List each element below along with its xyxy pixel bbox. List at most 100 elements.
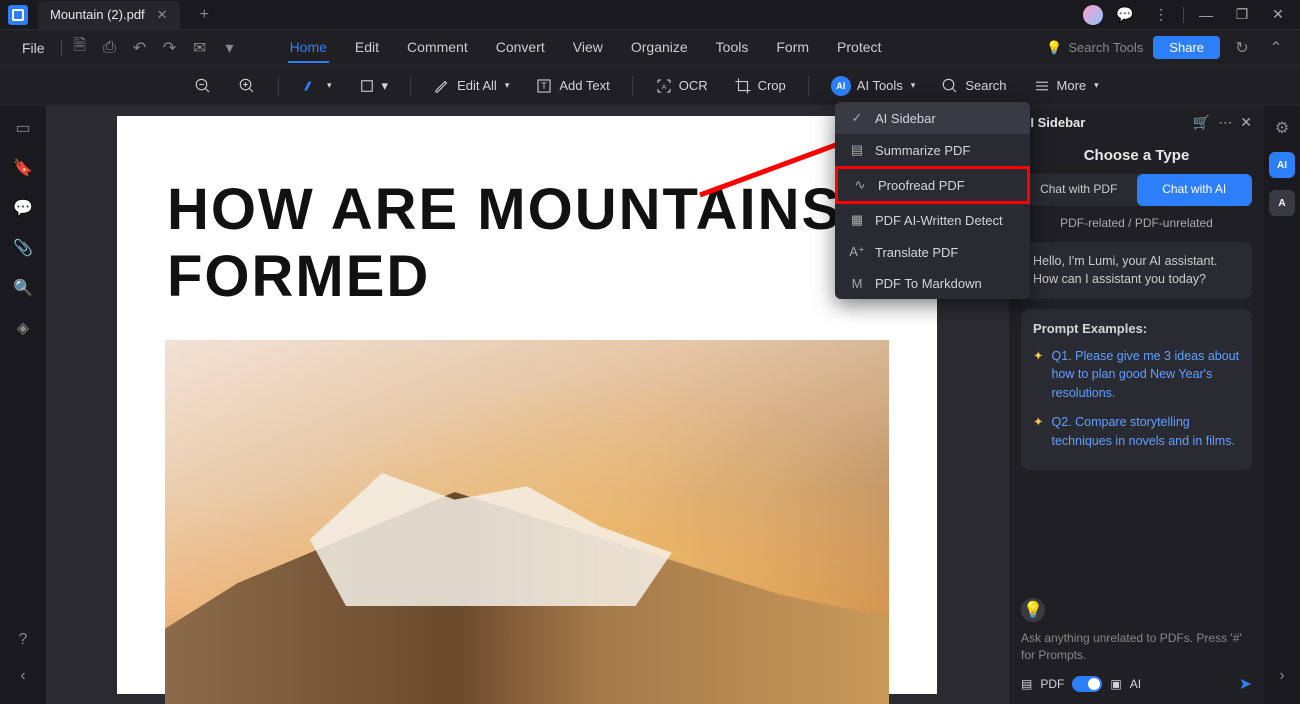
minimize-button[interactable]: — <box>1192 1 1220 29</box>
tab-title: Mountain (2).pdf <box>50 7 145 22</box>
ai-badge-icon: AI <box>831 76 851 96</box>
ai-sidebar-title: AI Sidebar <box>1021 115 1085 130</box>
file-menu[interactable]: File <box>12 36 55 60</box>
zoom-out-button[interactable] <box>186 73 220 99</box>
thumbnails-icon[interactable]: ▭ <box>11 116 35 140</box>
edit-all-button[interactable]: Edit All▾ <box>425 73 517 99</box>
tab-form[interactable]: Form <box>774 33 811 63</box>
send-button[interactable]: ➤ <box>1239 674 1252 694</box>
add-text-button[interactable]: T Add Text <box>527 73 617 99</box>
ai-rail-icon[interactable]: AI <box>1269 152 1295 178</box>
tab-protect[interactable]: Protect <box>835 33 883 63</box>
search-button[interactable]: Search <box>933 73 1014 99</box>
collapse-left-icon[interactable]: ‹ <box>11 664 35 688</box>
bookmark-icon[interactable]: 🔖 <box>11 156 35 180</box>
separator <box>808 76 809 96</box>
ai-sidebar: AI Sidebar 🛒 ⋯ ✕ Choose a Type Chat with… <box>1008 106 1264 704</box>
translate-rail-icon[interactable]: A <box>1269 190 1295 216</box>
detect-icon: ▦ <box>849 212 865 228</box>
add-tab-button[interactable]: + <box>192 6 217 24</box>
attachment-icon[interactable]: 📎 <box>11 236 35 260</box>
main-body: ▭ 🔖 💬 📎 🔍 ◈ ? ‹ HOW ARE MOUNTAINS FORMED… <box>0 106 1300 704</box>
examples-heading: Prompt Examples: <box>1033 319 1240 339</box>
markdown-icon: M <box>849 276 865 291</box>
proofread-icon: ∿ <box>852 177 868 193</box>
collapse-icon[interactable]: ⌃ <box>1264 36 1288 60</box>
prompt-examples: Prompt Examples: ✦ Q1. Please give me 3 … <box>1021 309 1252 470</box>
cart-icon[interactable]: 🛒 <box>1193 114 1210 131</box>
tab-comment[interactable]: Comment <box>405 33 470 63</box>
translate-icon: A⁺ <box>849 244 865 260</box>
choose-type-heading: Choose a Type <box>1009 139 1264 174</box>
search-placeholder: Search Tools <box>1068 40 1143 55</box>
ai-tools-dropdown: ✓ AI Sidebar ▤ Summarize PDF ∿ Proofread… <box>835 102 1030 299</box>
maximize-button[interactable]: ❐ <box>1228 1 1256 29</box>
mail-icon[interactable]: ✉ <box>188 36 212 60</box>
tab-tools[interactable]: Tools <box>714 33 751 63</box>
chat-with-pdf-button[interactable]: Chat with PDF <box>1021 174 1137 206</box>
dropdown-icon[interactable]: ▾ <box>218 36 242 60</box>
mountain-image <box>165 340 889 704</box>
tab-view[interactable]: View <box>571 33 605 63</box>
separator <box>278 76 279 96</box>
example-prompt-2[interactable]: ✦ Q2. Compare storytelling techniques in… <box>1033 413 1240 451</box>
dd-translate[interactable]: A⁺ Translate PDF <box>835 236 1030 268</box>
ai-tools-button[interactable]: AI AI Tools▾ <box>823 72 924 100</box>
document-tab[interactable]: Mountain (2).pdf ✕ <box>38 1 180 29</box>
chat-type-toggle: Chat with PDF Chat with AI <box>1021 174 1252 206</box>
print-icon[interactable]: ⎙ <box>98 36 122 60</box>
settings-sliders-icon[interactable]: ⚙ <box>1270 116 1294 140</box>
close-tab-icon[interactable]: ✕ <box>157 7 168 23</box>
help-icon[interactable]: ? <box>11 628 35 652</box>
more-vert-icon[interactable]: ⋮ <box>1147 1 1175 29</box>
pdf-mode-icon: ▤ <box>1021 677 1032 691</box>
mode-switch[interactable] <box>1072 676 1102 692</box>
related-subtext: PDF-related / PDF-unrelated <box>1009 216 1264 230</box>
ai-greeting: Hello, I'm Lumi, your AI assistant. How … <box>1021 242 1252 300</box>
undo-icon[interactable]: ↶ <box>128 36 152 60</box>
menubar: File 🗎 ⎙ ↶ ↷ ✉ ▾ Home Edit Comment Conve… <box>0 30 1300 66</box>
example-prompt-1[interactable]: ✦ Q1. Please give me 3 ideas about how t… <box>1033 347 1240 403</box>
ai-mode-icon: ▣ <box>1110 677 1121 691</box>
search-rail-icon[interactable]: 🔍 <box>11 276 35 300</box>
sync-icon[interactable]: ↻ <box>1230 36 1254 60</box>
search-tools[interactable]: 💡 Search Tools <box>1046 40 1143 56</box>
tab-home[interactable]: Home <box>288 33 329 63</box>
check-icon: ✓ <box>849 110 865 126</box>
more-button[interactable]: More▾ <box>1025 73 1107 99</box>
expand-right-icon[interactable]: › <box>1270 664 1294 688</box>
layers-icon[interactable]: ◈ <box>11 316 35 340</box>
highlight-button[interactable]: ▾ <box>293 73 340 99</box>
close-panel-icon[interactable]: ✕ <box>1240 114 1252 131</box>
crop-button[interactable]: Crop <box>726 73 794 99</box>
bulb-icon: 💡 <box>1046 40 1062 56</box>
main-tabs: Home Edit Comment Convert View Organize … <box>288 33 884 63</box>
far-right-rail: ⚙ AI A › <box>1264 106 1300 704</box>
titlebar: Mountain (2).pdf ✕ + 💬 ⋮ — ❐ ✕ <box>0 0 1300 30</box>
comment-icon[interactable]: 💬 <box>11 196 35 220</box>
dd-summarize[interactable]: ▤ Summarize PDF <box>835 134 1030 166</box>
dd-detect[interactable]: ▦ PDF AI-Written Detect <box>835 204 1030 236</box>
dd-proofread[interactable]: ∿ Proofread PDF <box>835 166 1030 204</box>
shape-button[interactable]: ▾ <box>350 73 397 99</box>
svg-text:T: T <box>542 81 548 91</box>
close-window-button[interactable]: ✕ <box>1264 1 1292 29</box>
dd-ai-sidebar[interactable]: ✓ AI Sidebar <box>835 102 1030 134</box>
ocr-button[interactable]: A OCR <box>647 73 716 99</box>
tab-edit[interactable]: Edit <box>353 33 381 63</box>
redo-icon[interactable]: ↷ <box>158 36 182 60</box>
chat-with-ai-button[interactable]: Chat with AI <box>1137 174 1253 206</box>
save-icon[interactable]: 🗎 <box>68 36 92 60</box>
ai-input-bar: ▤ PDF ▣ AI ➤ <box>1021 674 1252 694</box>
chat-icon[interactable]: 💬 <box>1111 1 1139 29</box>
ai-mode-label: AI <box>1130 677 1141 691</box>
user-avatar[interactable] <box>1083 5 1103 25</box>
hint-bulb-icon[interactable]: 💡 <box>1021 598 1045 622</box>
tab-convert[interactable]: Convert <box>494 33 547 63</box>
more-dots-icon[interactable]: ⋯ <box>1218 114 1232 131</box>
zoom-in-button[interactable] <box>230 73 264 99</box>
share-button[interactable]: Share <box>1153 36 1220 59</box>
tab-organize[interactable]: Organize <box>629 33 690 63</box>
divider <box>61 40 62 56</box>
dd-markdown[interactable]: M PDF To Markdown <box>835 268 1030 299</box>
